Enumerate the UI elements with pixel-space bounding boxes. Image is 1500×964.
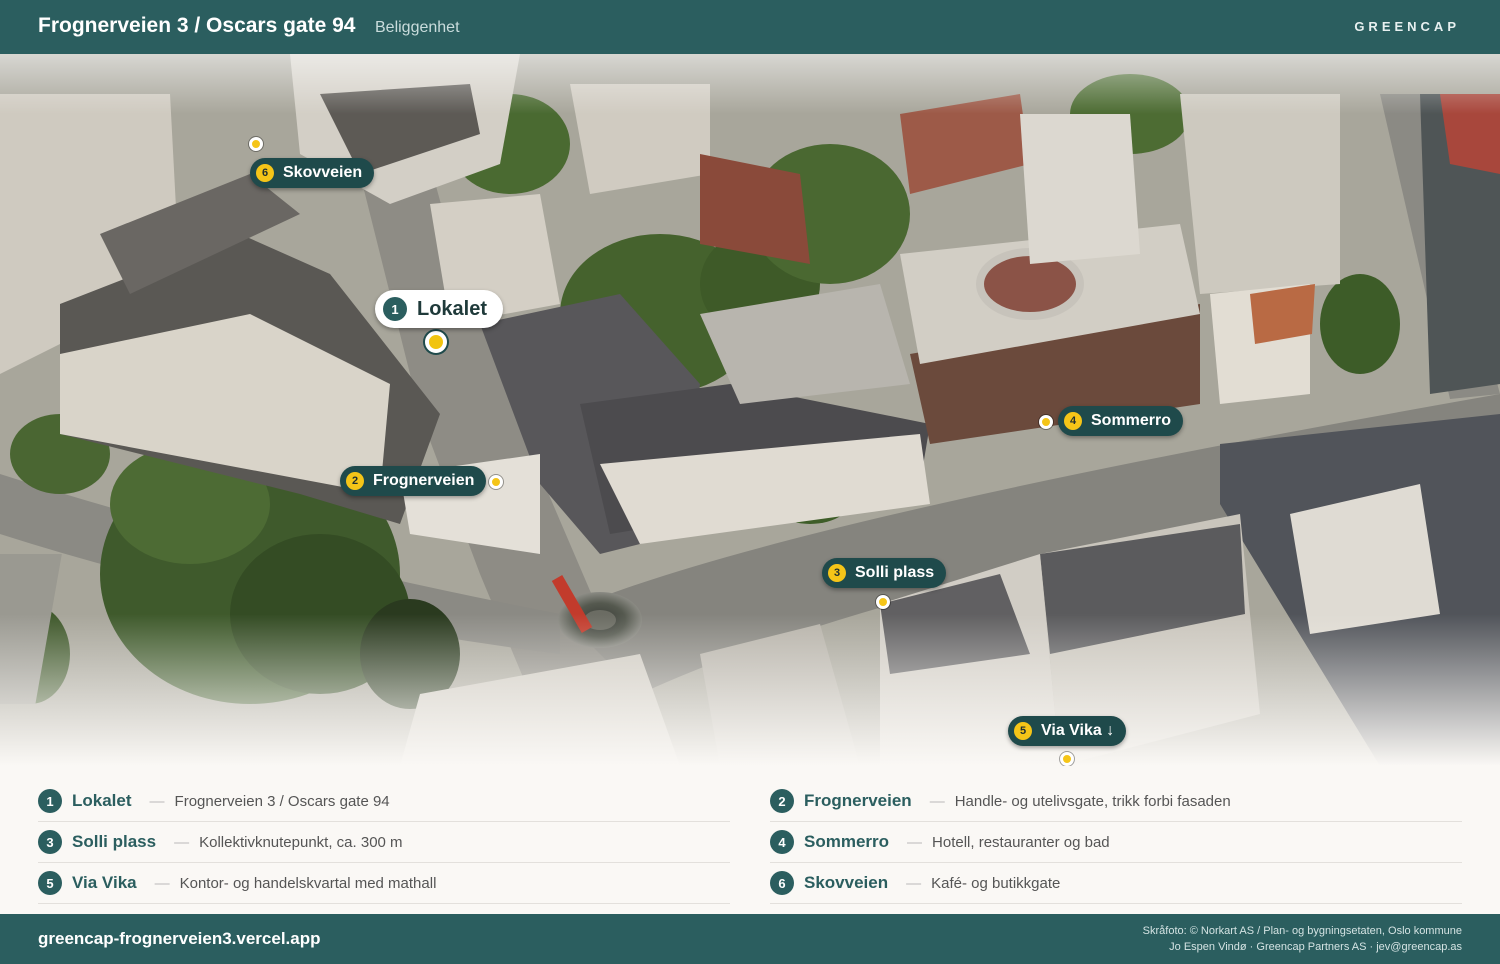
label-text-solli-plass: Solli plass	[855, 564, 935, 581]
legend-separator: —	[174, 833, 190, 851]
legend-number: 1	[38, 789, 62, 813]
legend-item-frognerveien: 2 Frognerveien — Handle- og utelivsgate,…	[770, 781, 1462, 822]
legend-separator: —	[154, 874, 170, 892]
credit-line-1: Skråfoto: © Norkart AS / Plan- og bygnin…	[1142, 925, 1462, 937]
page-subtitle: Beliggenhet	[375, 19, 460, 36]
legend-item-solli-plass: 3 Solli plass — Kollektivknutepunkt, ca.…	[38, 822, 730, 863]
label-text-via-vika: Via Vika ↓	[1041, 722, 1115, 739]
legend-description: Kollektivknutepunkt, ca. 300 m	[199, 833, 403, 851]
page-header: Frognerveien 3 / Oscars gate 94 Beliggen…	[0, 0, 1500, 54]
legend-number: 6	[770, 871, 794, 895]
label-text-frognerveien: Frognerveien	[373, 472, 475, 489]
legend-description: Hotell, restauranter og bad	[932, 833, 1110, 851]
legend-name: Lokalet	[72, 791, 132, 810]
legend-item-skovveien: 6 Skovveien — Kafé- og butikkgate	[770, 863, 1462, 904]
label-number-2: 2	[346, 472, 364, 490]
label-number-1: 1	[383, 297, 407, 321]
label-text-skovveien: Skovveien	[283, 164, 363, 181]
legend-name: Solli plass	[72, 832, 157, 851]
map-label-skovveien[interactable]: 6 Skovveien	[250, 158, 375, 188]
legend-item-sommerro: 4 Sommerro — Hotell, restauranter og bad	[770, 822, 1462, 863]
legend-name: Via Vika	[72, 873, 137, 892]
label-text-sommerro: Sommerro	[1091, 412, 1172, 429]
map-label-via-vika[interactable]: 5 Via Vika ↓	[1008, 716, 1127, 746]
legend-item-lokalet: 1 Lokalet — Frognerveien 3 / Oscars gate…	[38, 781, 730, 822]
legend-separator: —	[149, 792, 165, 810]
legend-separator: —	[907, 833, 923, 851]
map-label-sommerro[interactable]: 4 Sommerro	[1058, 406, 1184, 436]
map-label-frognerveien[interactable]: 2 Frognerveien	[340, 466, 487, 496]
legend-item-via-vika: 5 Via Vika — Kontor- og handelskvartal m…	[38, 863, 730, 904]
aerial-photo	[0, 54, 1500, 766]
legend-name: Skovveien	[804, 873, 889, 892]
legend-number: 3	[38, 830, 62, 854]
photo-credit: Skråfoto: © Norkart AS / Plan- og bygnin…	[1143, 923, 1462, 955]
brand-logo: GREENCAP	[1354, 19, 1460, 34]
page-footer: greencap-frognerveien3.vercel.app Skråfo…	[0, 914, 1500, 964]
legend-description: Kafé- og butikkgate	[931, 874, 1061, 892]
marker-1-dot[interactable]	[425, 331, 447, 353]
label-number-3: 3	[828, 564, 846, 582]
legend-separator: —	[906, 874, 922, 892]
label-number-4: 4	[1064, 412, 1082, 430]
marker-3-dot[interactable]	[876, 595, 890, 609]
marker-2-dot[interactable]	[489, 475, 503, 489]
legend-name: Sommerro	[804, 832, 890, 851]
map-label-solli-plass[interactable]: 3 Solli plass	[822, 558, 947, 588]
legend-description: Kontor- og handelskvartal med mathall	[179, 874, 437, 892]
label-text-lokalet: Lokalet	[417, 297, 488, 320]
label-number-5: 5	[1014, 722, 1032, 740]
label-number-6: 6	[256, 164, 274, 182]
page-title: Frognerveien 3 / Oscars gate 94	[38, 14, 356, 37]
legend-description: Frognerveien 3 / Oscars gate 94	[174, 792, 390, 810]
site-url-link[interactable]: greencap-frognerveien3.vercel.app	[38, 929, 321, 949]
legend-separator: —	[929, 792, 945, 810]
marker-6-dot[interactable]	[249, 137, 263, 151]
legend-name: Frognerveien	[804, 791, 912, 810]
legend-description: Handle- og utelivsgate, trikk forbi fasa…	[954, 792, 1231, 810]
credit-line-2: Jo Espen Vindø · Greencap Partners AS · …	[1169, 941, 1462, 953]
legend-number: 4	[770, 830, 794, 854]
legend-number: 2	[770, 789, 794, 813]
map-label-lokalet[interactable]: 1 Lokalet	[375, 290, 504, 328]
marker-4-dot[interactable]	[1039, 415, 1053, 429]
legend: 1 Lokalet — Frognerveien 3 / Oscars gate…	[0, 766, 1500, 914]
legend-number: 5	[38, 871, 62, 895]
aerial-map[interactable]: 6 Skovveien 1 Lokalet 2 Frognerveien 4 S…	[0, 54, 1500, 766]
marker-5-dot[interactable]	[1060, 752, 1074, 766]
